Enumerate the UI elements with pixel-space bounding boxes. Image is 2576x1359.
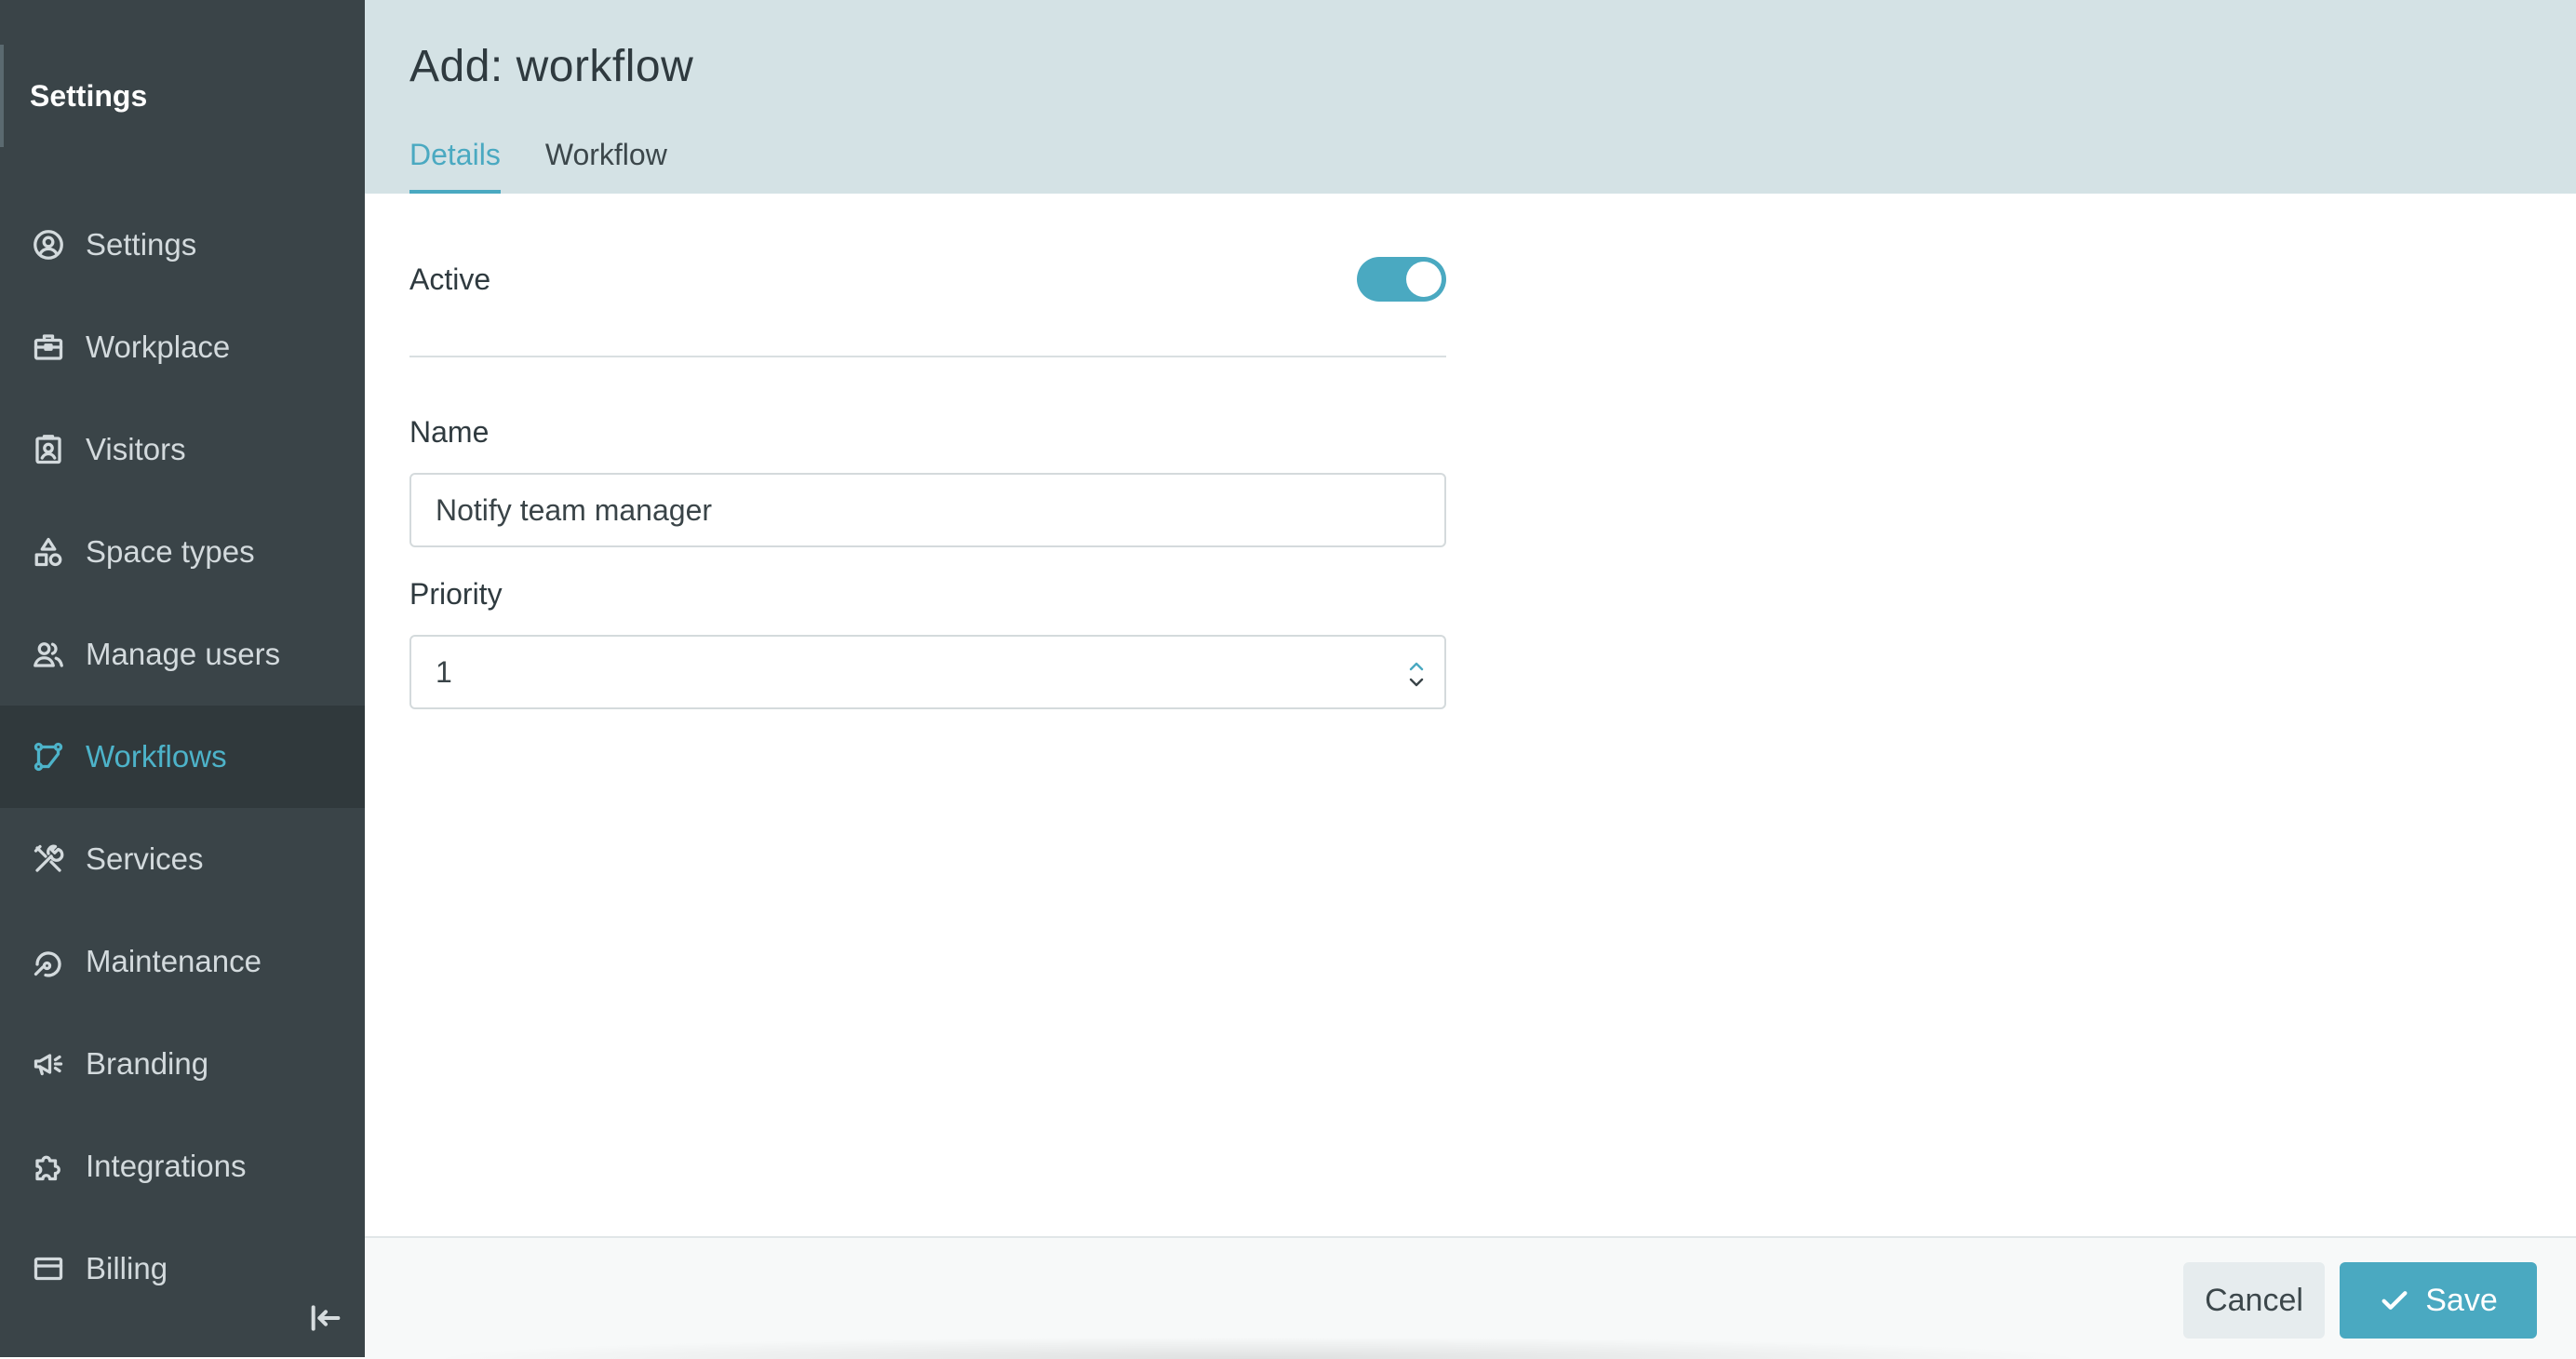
sidebar-item-manage-users[interactable]: Manage users — [0, 603, 365, 706]
tab-details[interactable]: Details — [409, 138, 501, 194]
page-header: Add: workflow Details Workflow — [365, 0, 2576, 194]
collapse-left-icon[interactable] — [307, 1299, 344, 1337]
sidebar-item-label: Services — [86, 841, 204, 876]
briefcase-icon — [32, 330, 65, 364]
megaphone-icon — [32, 1047, 65, 1081]
workflow-icon — [32, 740, 65, 774]
sidebar-item-workflows[interactable]: Workflows — [0, 706, 365, 808]
sidebar-item-services[interactable]: Services — [0, 808, 365, 910]
badge-icon — [32, 433, 65, 466]
tab-bar: Details Workflow — [409, 138, 712, 194]
page-title: Add: workflow — [409, 42, 694, 91]
sidebar-item-label: Maintenance — [86, 944, 262, 978]
maintenance-icon — [32, 945, 65, 978]
sidebar-item-visitors[interactable]: Visitors — [0, 398, 365, 501]
sidebar-item-label: Workflows — [86, 739, 227, 774]
priority-value: 1 — [436, 654, 452, 689]
active-label: Active — [409, 262, 491, 296]
tab-workflow[interactable]: Workflow — [545, 138, 667, 194]
stepper[interactable] — [1403, 653, 1429, 694]
sidebar-item-label: Branding — [86, 1046, 209, 1081]
footer-bar: Cancel Save — [365, 1236, 2576, 1359]
credit-card-icon — [32, 1252, 65, 1285]
priority-label: Priority — [409, 577, 503, 611]
sidebar-item-label: Space types — [86, 534, 255, 569]
name-label: Name — [409, 415, 490, 449]
priority-input[interactable]: 1 — [409, 635, 1446, 709]
active-toggle[interactable] — [1357, 257, 1446, 302]
divider — [409, 356, 1446, 357]
users-icon — [32, 638, 65, 671]
user-circle-icon — [32, 228, 65, 262]
save-button[interactable]: Save — [2340, 1262, 2537, 1339]
sidebar-item-branding[interactable]: Branding — [0, 1013, 365, 1115]
sidebar-item-maintenance[interactable]: Maintenance — [0, 910, 365, 1013]
save-label: Save — [2425, 1282, 2498, 1318]
sidebar-item-label: Billing — [86, 1251, 168, 1285]
sidebar: Settings Settings Workplace Visitors Spa… — [0, 0, 365, 1357]
tools-icon — [32, 842, 65, 876]
active-row: Active — [409, 242, 1446, 316]
sidebar-item-label: Settings — [86, 227, 197, 262]
sidebar-item-label: Workplace — [86, 330, 231, 364]
sidebar-item-label: Integrations — [86, 1149, 247, 1183]
sidebar-item-settings[interactable]: Settings — [0, 194, 365, 296]
sidebar-item-label: Visitors — [86, 432, 186, 466]
name-value: Notify team manager — [436, 492, 713, 527]
sidebar-item-space-types[interactable]: Space types — [0, 501, 365, 603]
cancel-button[interactable]: Cancel — [2183, 1262, 2325, 1339]
name-input[interactable]: Notify team manager — [409, 473, 1446, 547]
sidebar-item-integrations[interactable]: Integrations — [0, 1115, 365, 1218]
sidebar-title: Settings — [0, 45, 365, 147]
check-icon — [2379, 1285, 2410, 1316]
sidebar-item-label: Manage users — [86, 637, 281, 671]
toggle-knob — [1406, 262, 1442, 297]
puzzle-icon — [32, 1150, 65, 1183]
sidebar-item-workplace[interactable]: Workplace — [0, 296, 365, 398]
footer-shadow — [421, 1337, 2096, 1359]
shapes-icon — [32, 535, 65, 569]
